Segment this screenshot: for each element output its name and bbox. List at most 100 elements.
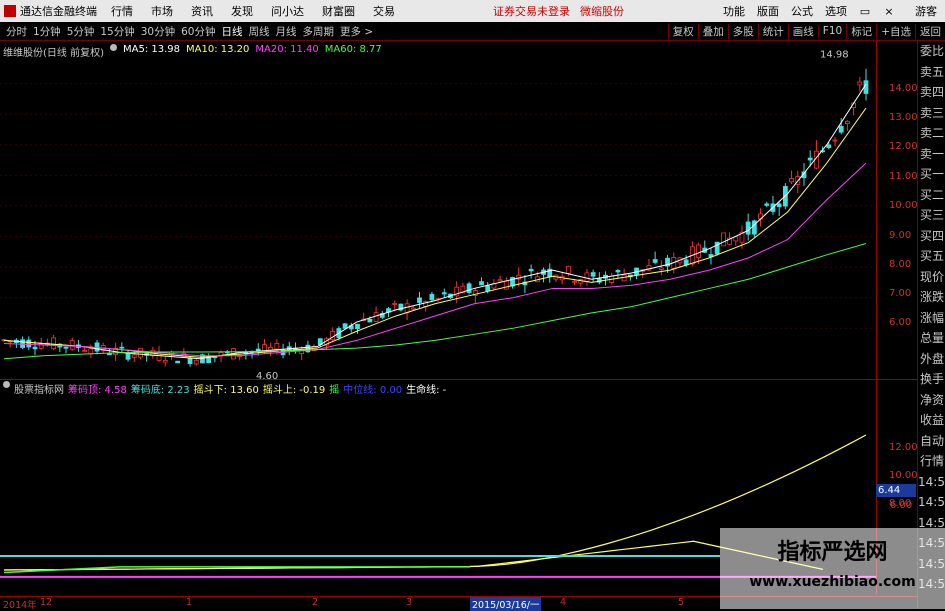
menu-item-wealth[interactable]: 财富圈 <box>322 3 355 19</box>
multi-stock-button[interactable]: 多股 <box>727 23 758 39</box>
side-item[interactable]: 总量 <box>918 328 945 349</box>
side-item[interactable]: 换手 <box>918 369 945 390</box>
period-tab[interactable]: 分时 <box>6 24 27 39</box>
side-item[interactable]: 外盘 <box>918 349 945 370</box>
candle-body <box>51 337 57 350</box>
x-tick: 5 <box>678 597 685 608</box>
x-tick: 12 <box>40 597 53 608</box>
side-item[interactable]: 14:55 <box>918 472 945 493</box>
side-item[interactable]: 卖五 <box>918 62 945 83</box>
candle-body <box>826 144 832 148</box>
candle-body <box>652 259 658 263</box>
side-item[interactable]: 买一 <box>918 164 945 185</box>
candle-body <box>590 272 596 277</box>
overlay-button[interactable]: 叠加 <box>697 23 728 39</box>
side-item[interactable]: 买二 <box>918 185 945 206</box>
candle-body <box>417 297 422 303</box>
indicator-name: 股票指标网 <box>14 385 64 396</box>
menu-layout[interactable]: 版面 <box>757 3 779 19</box>
side-item[interactable]: 净资 <box>918 390 945 411</box>
ma20-label: MA20: 11.40 <box>255 44 319 55</box>
y-tick: 12.00 <box>889 141 918 152</box>
candle-body <box>404 303 410 314</box>
menu-options[interactable]: 选项 <box>825 3 847 19</box>
side-item[interactable]: 卖二 <box>918 123 945 144</box>
stock-notice[interactable]: 微缩股份 <box>580 3 624 19</box>
y-tick: 6.00 <box>890 500 913 511</box>
menu-item-trade[interactable]: 交易 <box>373 3 395 19</box>
kline-chart[interactable]: 14.98 4.60 <box>0 41 876 379</box>
side-item[interactable]: 行情 <box>918 451 945 472</box>
mark-button[interactable]: 标记 <box>846 23 876 39</box>
side-item[interactable]: 卖四 <box>918 82 945 103</box>
watermark: 指标严选网 www.xuezhibiao.com <box>720 528 945 609</box>
back-button[interactable]: 返回 <box>915 23 945 39</box>
settings-dot-icon[interactable] <box>3 381 10 388</box>
ma5-label: MA5: 13.98 <box>122 44 180 55</box>
window-close-icon[interactable]: × <box>883 5 895 18</box>
menu-item-quotes[interactable]: 行情 <box>111 3 133 19</box>
indicator-value: 生命线: - <box>406 385 447 396</box>
login-notice[interactable]: 证券交易未登录 <box>493 3 570 19</box>
candle-body <box>26 339 32 348</box>
candle-body <box>107 353 112 356</box>
period-tab[interactable]: 1分钟 <box>33 24 61 39</box>
quote-side-panel: 委比 卖五 卖四 卖三 卖二 卖一 买一 买二 买三 买四 买五 现价 涨跌 涨幅 总量 外盘 换手 净资 收益 自动… <box>917 41 945 609</box>
side-item[interactable]: 14:55 <box>918 492 945 513</box>
period-tab[interactable]: 60分钟 <box>181 24 215 39</box>
menu-item-discover[interactable]: 发现 <box>231 3 253 19</box>
adjust-button[interactable]: 复权 <box>667 23 698 39</box>
candle-body <box>193 359 199 365</box>
candle-body <box>187 357 193 365</box>
ma-line-ma20 <box>3 162 867 357</box>
menu-item-ask[interactable]: 问小达 <box>271 3 304 19</box>
candle-body <box>789 178 794 183</box>
watchlist-button[interactable]: +自选 <box>876 23 915 39</box>
side-item[interactable]: 现价 <box>918 267 945 288</box>
f10-button[interactable]: F10 <box>817 25 846 37</box>
period-tab[interactable]: 多周期 <box>303 24 335 39</box>
side-item[interactable]: 涨幅 <box>918 308 945 329</box>
side-item[interactable]: 卖三 <box>918 103 945 124</box>
candle-body <box>807 157 813 161</box>
x-tick: 2 <box>312 597 319 608</box>
side-item[interactable]: 买三 <box>918 205 945 226</box>
period-tab[interactable]: 月线 <box>276 24 297 39</box>
candle-body <box>355 323 360 330</box>
side-item[interactable]: 委比 <box>918 41 945 62</box>
side-item[interactable]: 涨跌 <box>918 287 945 308</box>
side-item[interactable]: 买四 <box>918 226 945 247</box>
user-label[interactable]: 游客 <box>915 3 937 19</box>
y-tick: 12.00 <box>889 442 918 453</box>
period-tab[interactable]: 30分钟 <box>141 24 175 39</box>
app-title: 通达信金融终端 <box>20 5 97 18</box>
side-item[interactable]: 收益 <box>918 410 945 431</box>
candle-body <box>696 244 701 258</box>
candle-body <box>857 81 863 86</box>
menu-item-market[interactable]: 市场 <box>151 3 173 19</box>
menu-function[interactable]: 功能 <box>723 3 745 19</box>
candle-body <box>832 139 838 142</box>
window-min-icon[interactable]: ▭ <box>859 5 871 18</box>
period-toolbar: 分时 1分钟 5分钟 15分钟 30分钟 60分钟 日线 周线 月线 多周期 更… <box>0 22 945 41</box>
candle-body <box>441 292 447 295</box>
toolbar-right: 复权 叠加 多股 统计 画线 F10 标记 +自选 返回 <box>667 22 945 40</box>
watermark-url: www.xuezhibiao.com <box>749 574 916 590</box>
high-price-label: 14.98 <box>820 50 849 61</box>
period-tab[interactable]: 15分钟 <box>100 24 134 39</box>
menu-item-news[interactable]: 资讯 <box>191 3 213 19</box>
period-tab[interactable]: 周线 <box>249 24 270 39</box>
candle-body <box>720 232 726 247</box>
candle-body <box>615 270 621 273</box>
side-item[interactable]: 卖一 <box>918 144 945 165</box>
period-tab-daily[interactable]: 日线 <box>222 24 243 39</box>
menu-bar: 通达信金融终端 行情 市场 资讯 发现 问小达 财富圈 交易 证券交易未登录 微… <box>0 0 945 22</box>
draw-button[interactable]: 画线 <box>787 23 818 39</box>
period-tab-more[interactable]: 更多 > <box>340 24 373 39</box>
settings-dot-icon[interactable] <box>109 44 117 51</box>
period-tab[interactable]: 5分钟 <box>67 24 95 39</box>
side-item[interactable]: 自动 <box>918 431 945 452</box>
side-item[interactable]: 买五 <box>918 246 945 267</box>
menu-formula[interactable]: 公式 <box>791 3 813 19</box>
stats-button[interactable]: 统计 <box>757 23 788 39</box>
